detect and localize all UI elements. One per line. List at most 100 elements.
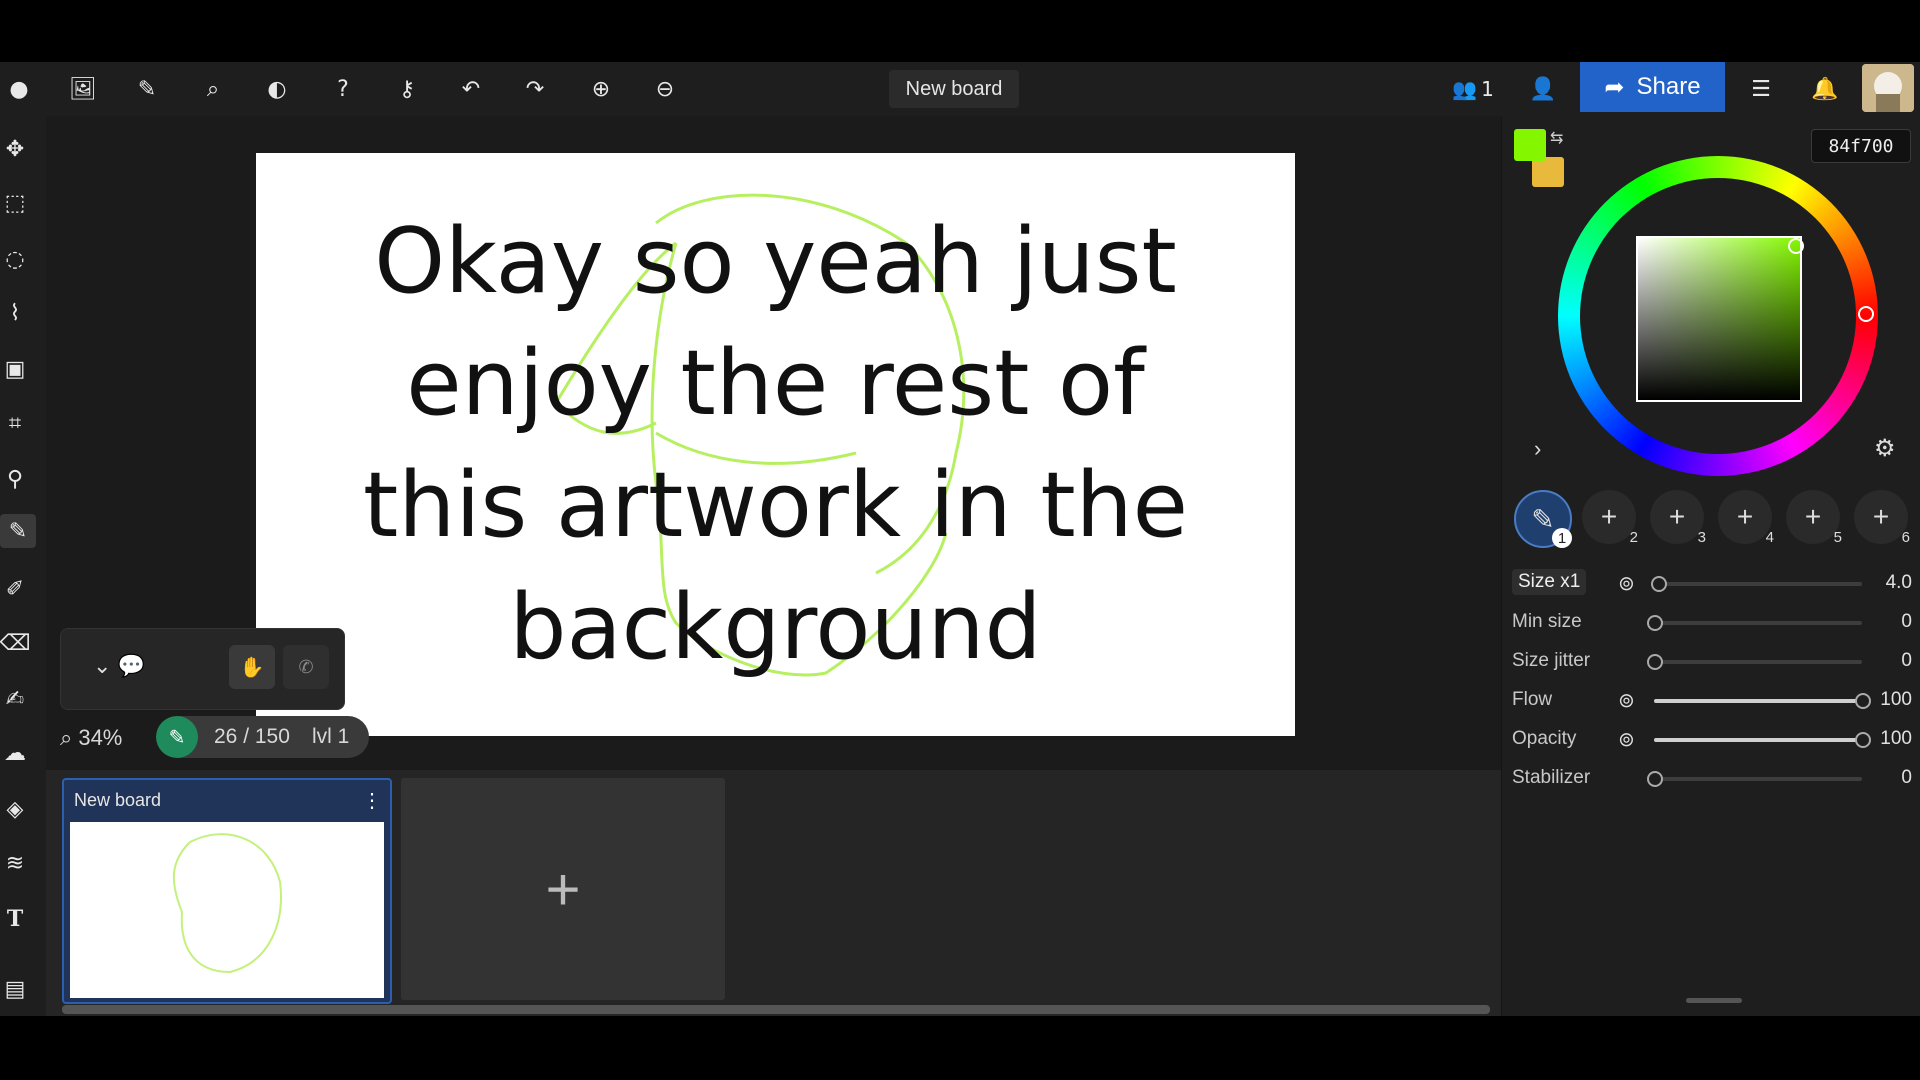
size-jitter-label: Size jitter <box>1512 650 1591 671</box>
plus-icon: + <box>1668 501 1686 532</box>
chat-widget: ⌄ 💬 ✋ ✆ <box>60 628 345 710</box>
avatar[interactable] <box>1862 64 1914 112</box>
expand-panel-icon[interactable]: › <box>1534 436 1541 462</box>
stabilizer-label: Stabilizer <box>1512 767 1591 788</box>
eyedropper-icon[interactable]: ⚲ <box>0 462 30 496</box>
layer-level: lvl 1 <box>312 725 350 748</box>
horizontal-scrollbar[interactable] <box>62 1005 1490 1014</box>
board-title[interactable]: New board <box>889 70 1019 108</box>
move-tool-icon[interactable]: ✥ <box>0 132 30 166</box>
sv-knob[interactable] <box>1788 238 1804 254</box>
flow-slider[interactable] <box>1654 693 1871 709</box>
opacity-slider-row: Opacity ⊚ 100 <box>1512 722 1912 756</box>
adjust-icon[interactable]: ◐ <box>260 72 294 106</box>
share-button[interactable]: ➦ Share <box>1580 62 1725 112</box>
magic-select-icon[interactable]: ⌇ <box>0 296 30 330</box>
saturation-value-square[interactable] <box>1636 236 1804 402</box>
app-logo-icon[interactable]: ● <box>2 72 36 106</box>
opacity-slider[interactable] <box>1654 732 1871 748</box>
drawing-canvas[interactable]: Okay so yeah just enjoy the rest of this… <box>256 153 1295 736</box>
brush-slot-number: 3 <box>1697 529 1706 546</box>
brush-slot-1[interactable]: ✎ 1 <box>1514 490 1572 548</box>
flow-label: Flow <box>1512 689 1553 710</box>
secondary-color-swatch[interactable] <box>1532 157 1564 187</box>
size-jitter-slider-row: Size jitter 0 <box>1512 644 1912 678</box>
eraser-icon[interactable]: ⌫ <box>0 626 31 660</box>
slider-knob[interactable] <box>1647 654 1663 670</box>
brush-slot-6[interactable]: + 6 <box>1854 490 1910 546</box>
crop-icon[interactable]: ⌗ <box>0 406 30 440</box>
hide-cursor-button[interactable]: ✋ <box>229 645 275 689</box>
key-icon[interactable]: ⚷ <box>390 72 424 106</box>
search-icon[interactable]: ⌕ <box>196 72 230 106</box>
slider-knob[interactable] <box>1647 615 1663 631</box>
gradient-icon[interactable]: ≋ <box>0 846 30 880</box>
brush-slot-number: 6 <box>1901 529 1910 546</box>
redo-icon[interactable]: ↷ <box>518 72 552 106</box>
zoom-out-icon[interactable]: ⊖ <box>648 72 682 106</box>
add-user-icon[interactable]: 👤 <box>1526 72 1560 106</box>
brush-tool-icon[interactable]: ✎ <box>0 514 36 548</box>
feed-icon[interactable]: ☰ <box>1744 72 1778 106</box>
brush-slot-2[interactable]: + 2 <box>1582 490 1638 546</box>
panel-resize-handle[interactable] <box>1686 998 1742 1003</box>
plus-icon: + <box>1804 501 1822 532</box>
slider-knob[interactable] <box>1647 771 1663 787</box>
users-icon[interactable]: 👥 1 <box>1448 72 1498 106</box>
chat-toggle-button[interactable]: ⌄ 💬 <box>93 653 145 679</box>
fill-bucket-icon[interactable]: ◈ <box>0 792 30 826</box>
size-value: 4.0 <box>1885 572 1912 593</box>
call-button[interactable]: ✆ <box>283 645 329 689</box>
left-toolbar: ✥ ⬚ ◌ ⌇ ▣ ⌗ ⚲ ✎ ✐ ⌫ ✍ ☁ ◈ ≋ T ▤ <box>0 116 46 1016</box>
opacity-label: Opacity <box>1512 728 1577 749</box>
size-jitter-slider[interactable] <box>1647 654 1862 670</box>
overlay-caption: Okay so yeah just enjoy the rest of this… <box>256 201 1295 689</box>
zoom-readout[interactable]: ⌕ 34% <box>60 720 122 756</box>
swap-colors-icon[interactable]: ⇆ <box>1550 128 1563 148</box>
min-size-value: 0 <box>1901 611 1912 632</box>
image-icon[interactable]: 🖼 <box>66 72 100 106</box>
blur-icon[interactable]: ☁ <box>0 736 30 770</box>
board-thumbnail[interactable]: New board ⋮ <box>62 778 392 1004</box>
size-slider[interactable] <box>1651 576 1862 592</box>
magnifier-icon: ⌕ <box>60 725 73 750</box>
stabilizer-slider[interactable] <box>1647 771 1862 787</box>
slider-knob[interactable] <box>1651 576 1667 592</box>
min-size-slider-row: Min size 0 <box>1512 605 1912 639</box>
lasso-select-icon[interactable]: ◌ <box>0 242 30 276</box>
undo-icon[interactable]: ↶ <box>454 72 488 106</box>
hue-knob[interactable] <box>1858 306 1874 322</box>
pressure-icon[interactable]: ⊚ <box>1618 688 1635 712</box>
slider-fill <box>1654 699 1862 703</box>
add-board-button[interactable]: + <box>401 778 725 1000</box>
zoom-in-icon[interactable]: ⊕ <box>584 72 618 106</box>
timeline-icon[interactable]: ▤ <box>0 972 30 1006</box>
paintbrush-icon[interactable]: ✐ <box>0 572 30 606</box>
bell-icon[interactable]: 🔔 <box>1808 72 1842 106</box>
brush-slot-number: 2 <box>1629 529 1638 546</box>
brush-slot-5[interactable]: + 5 <box>1786 490 1842 546</box>
brush-slot-3[interactable]: + 3 <box>1650 490 1706 546</box>
min-size-slider[interactable] <box>1647 615 1862 631</box>
size-label[interactable]: Size x1 <box>1512 569 1587 595</box>
layer-status-pill[interactable]: ✎ 26 / 150 lvl 1 <box>156 716 369 758</box>
transform-icon[interactable]: ▣ <box>0 352 30 386</box>
pencil-icon[interactable]: ✎ <box>130 72 164 106</box>
settings-gear-icon[interactable]: ⚙ <box>1874 434 1896 463</box>
board-thumb-title: New board <box>74 790 162 810</box>
min-size-label: Min size <box>1512 611 1582 632</box>
board-menu-icon[interactable]: ⋮ <box>362 788 382 813</box>
flow-slider-row: Flow ⊚ 100 <box>1512 683 1912 717</box>
rect-select-icon[interactable]: ⬚ <box>0 186 30 220</box>
pressure-icon[interactable]: ⊚ <box>1618 571 1635 595</box>
brush-slot-pencil-icon: ✎ <box>1531 503 1555 535</box>
opacity-value: 100 <box>1880 728 1912 749</box>
pressure-icon[interactable]: ⊚ <box>1618 727 1635 751</box>
caption-line-3: this artwork in the <box>362 453 1189 558</box>
text-tool-icon[interactable]: T <box>0 902 30 936</box>
help-icon[interactable]: ? <box>326 72 360 106</box>
brush-slot-4[interactable]: + 4 <box>1718 490 1774 546</box>
hex-color-input[interactable]: 84f700 <box>1811 129 1911 163</box>
primary-color-swatch[interactable] <box>1514 129 1546 161</box>
smudge-icon[interactable]: ✍ <box>0 682 30 716</box>
